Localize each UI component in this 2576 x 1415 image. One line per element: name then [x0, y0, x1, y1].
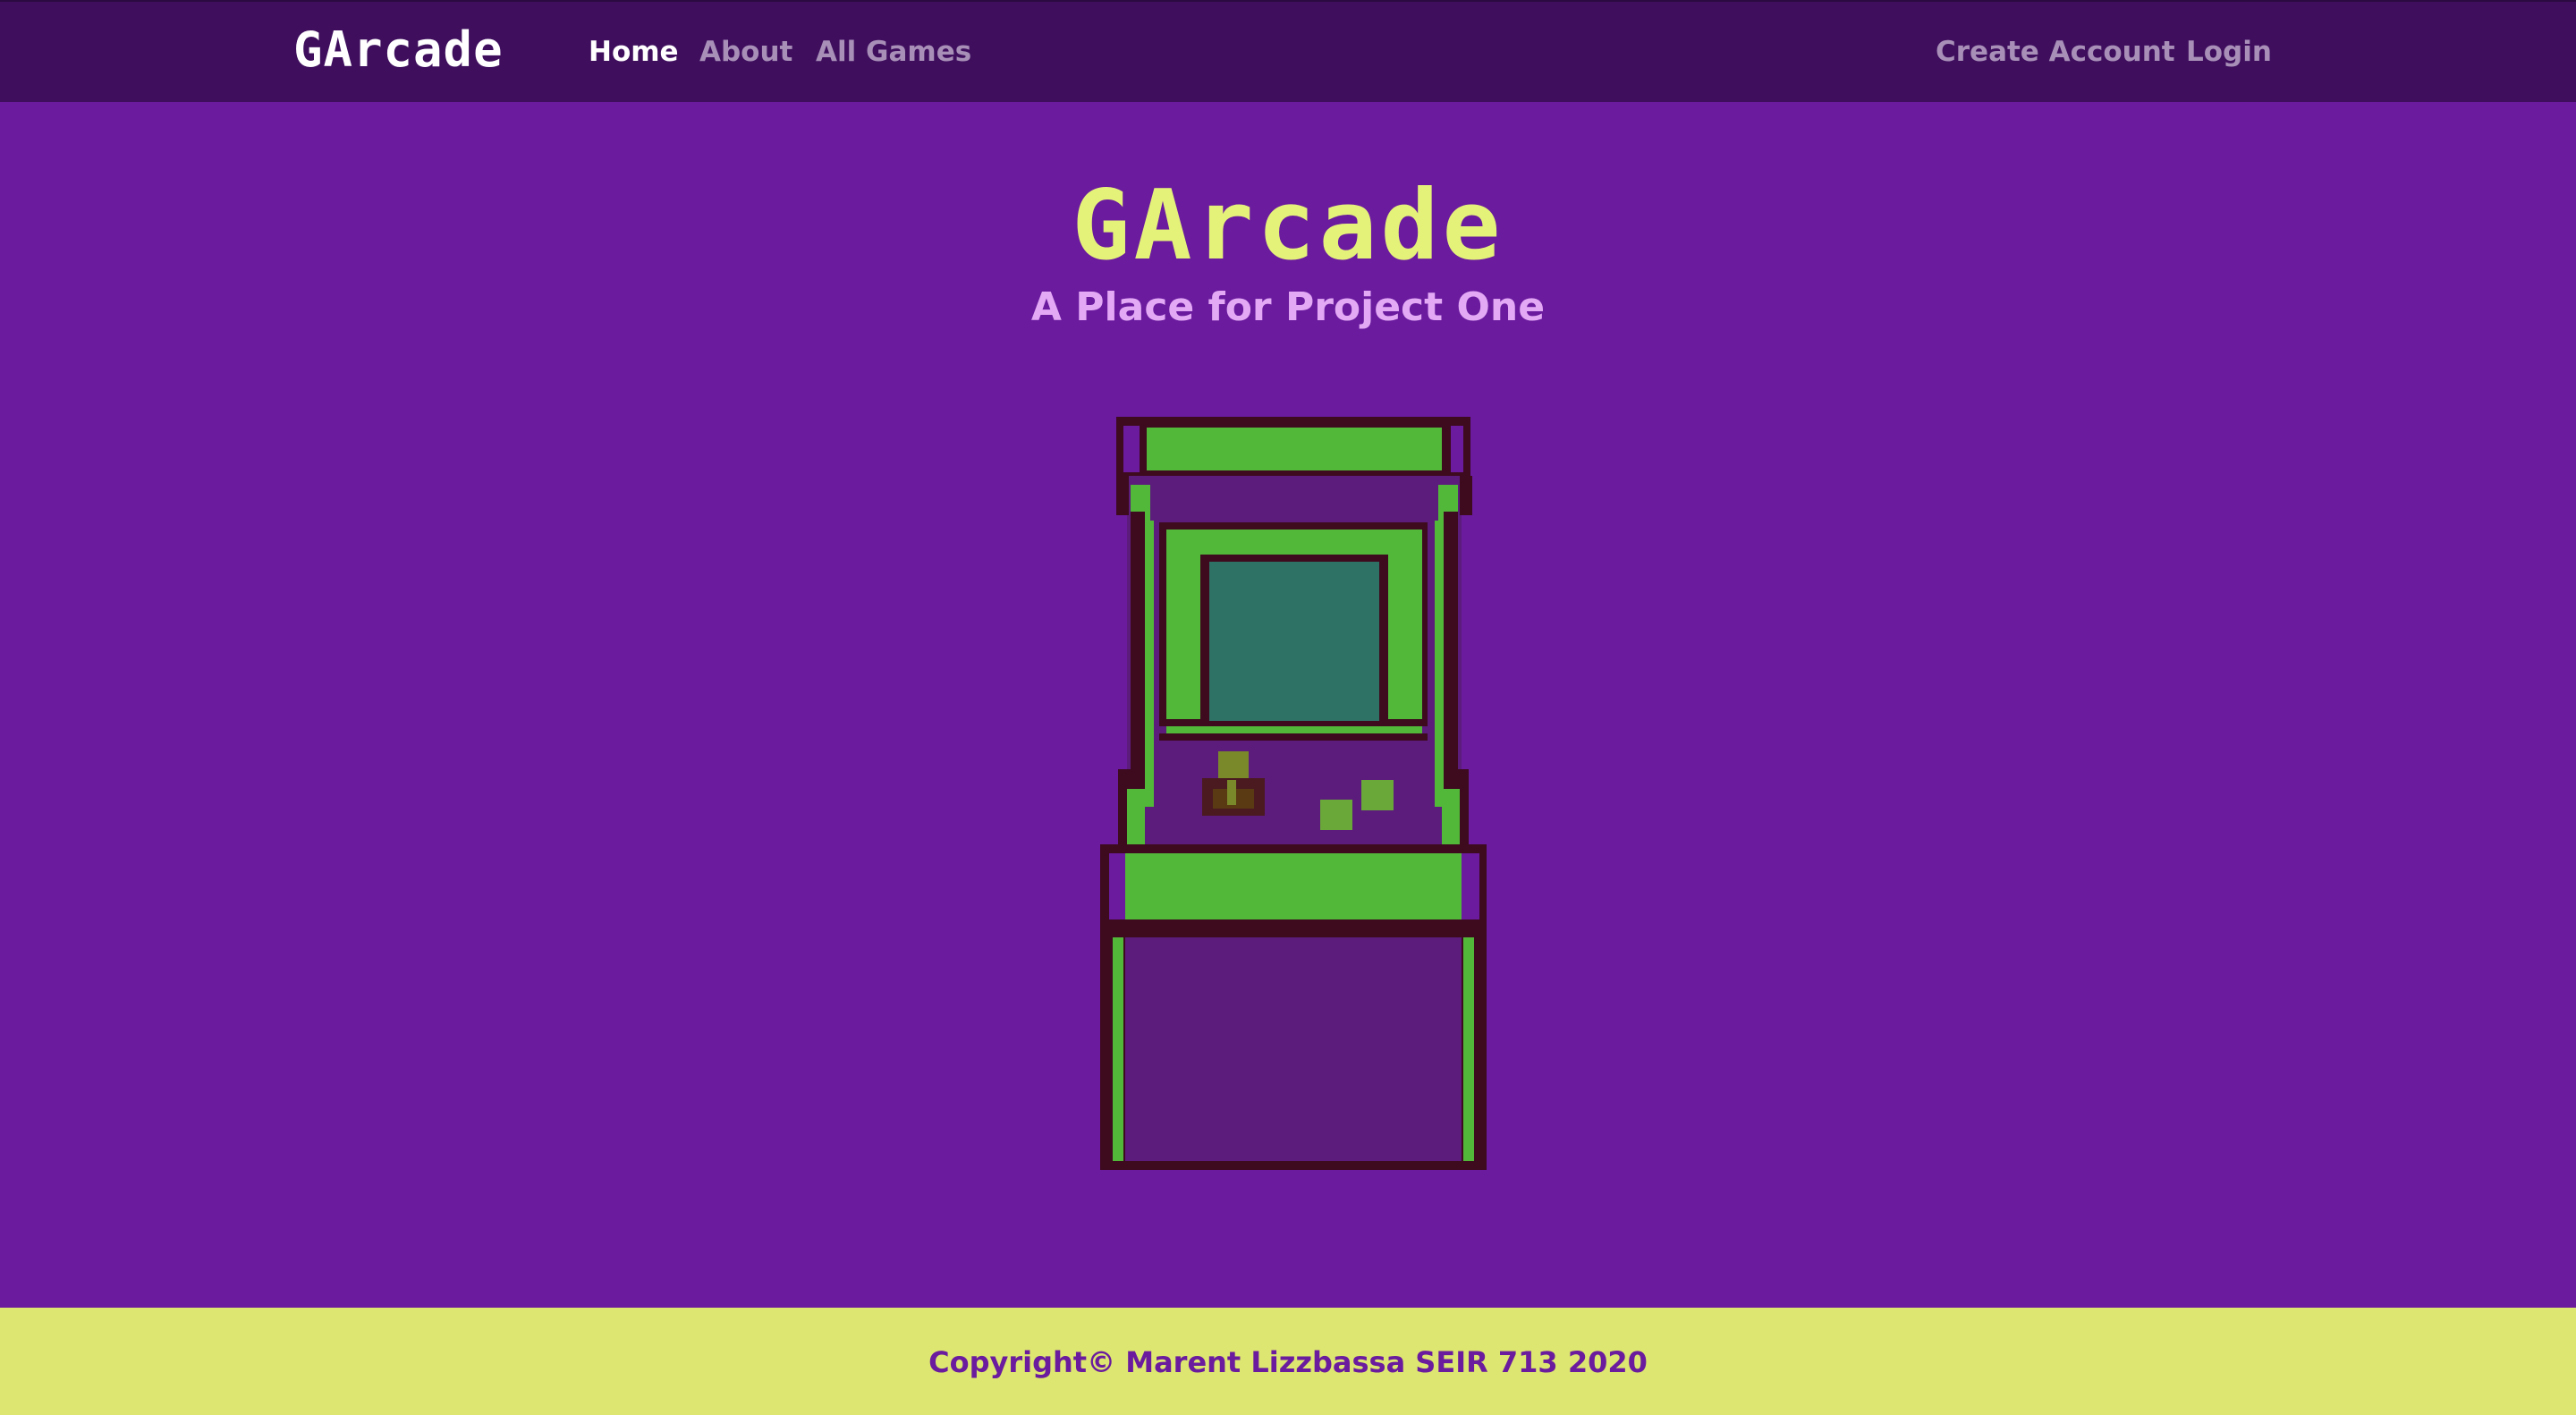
arcade-cabinet-icon: [1100, 417, 1487, 1170]
page-title: GArcade: [1072, 170, 1504, 282]
footer: Copyright© Marent Lizzbassa SEIR 713 202…: [0, 1308, 2576, 1415]
brand-logo-link[interactable]: GArcade: [293, 21, 504, 78]
nav-link-all-games[interactable]: All Games: [816, 36, 971, 68]
page-subtitle: A Place for Project One: [1030, 284, 1546, 330]
nav-link-login[interactable]: Login: [2186, 36, 2272, 68]
nav-link-create-account[interactable]: Create Account: [1936, 36, 2175, 68]
nav-link-home[interactable]: Home: [589, 36, 679, 68]
footer-copyright: Copyright© Marent Lizzbassa SEIR 713 202…: [928, 1345, 1648, 1379]
navbar: GArcade Home About All Games Create Acco…: [0, 0, 2576, 102]
nav-link-about[interactable]: About: [699, 36, 792, 68]
